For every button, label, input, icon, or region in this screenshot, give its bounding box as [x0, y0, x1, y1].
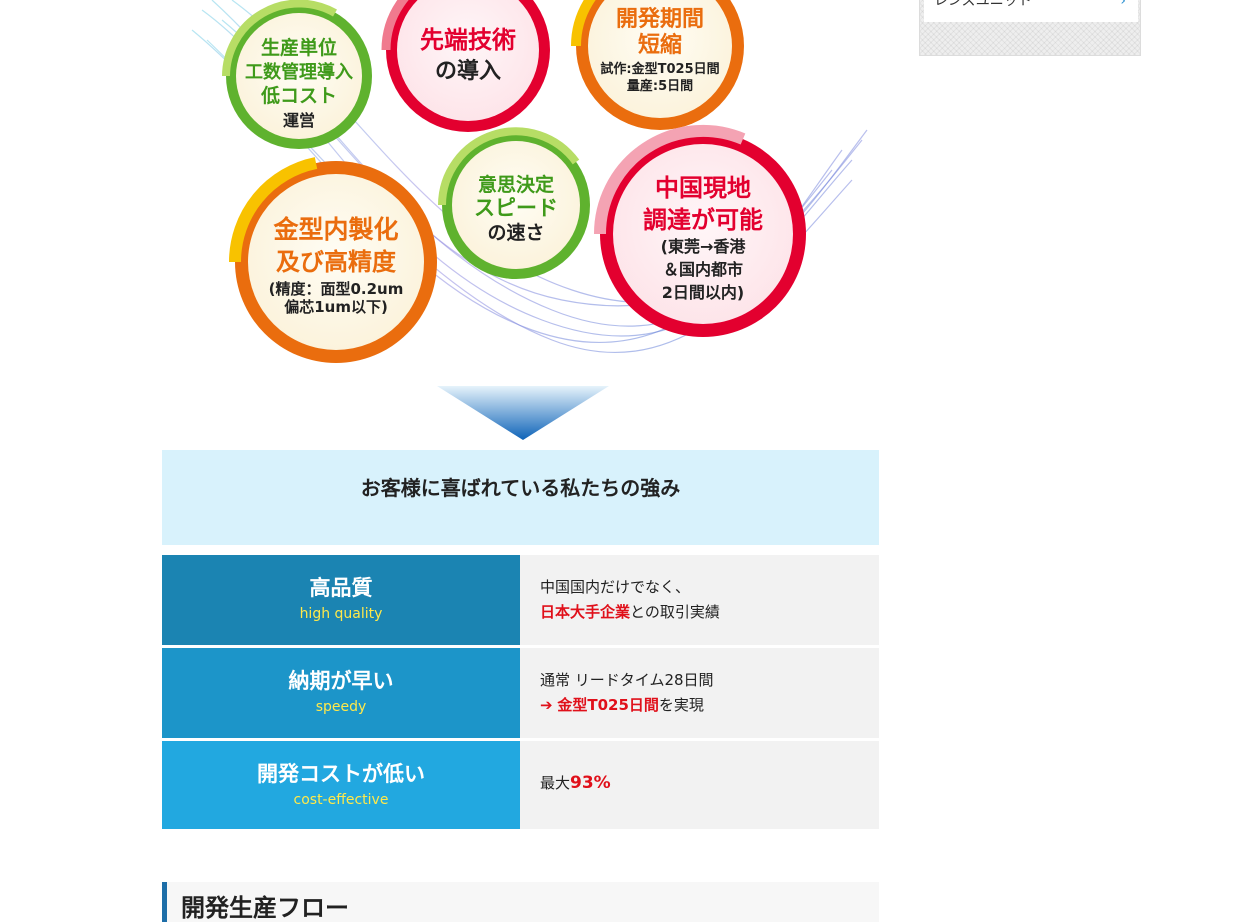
bubble-decision-speed: 意思決定 スピード の速さ — [438, 127, 590, 279]
svg-text:＆国内都市: ＆国内都市 — [663, 260, 743, 279]
feature-desc-line: 中国国内だけでなく、 — [540, 578, 691, 596]
bubble-short-development: 開発期間 短縮 試作:金型T025日間 量産:5日間 — [570, 0, 744, 130]
feature-subtitle: speedy — [315, 699, 367, 715]
sidebar-link-lens-unit[interactable]: レンズユニット › — [924, 0, 1138, 22]
feature-row-cost: 開発コストが低い cost-effective 最大93% — [162, 741, 879, 829]
feature-row-quality: 高品質 high quality 中国国内だけでなく、 日本大手企業との取引実績 — [162, 555, 879, 645]
feature-title: 納期が早い — [288, 669, 394, 693]
highlight-text: 日本大手企業 — [540, 603, 631, 621]
svg-text:の速さ: の速さ — [487, 221, 544, 244]
svg-text:意思決定: 意思決定 — [478, 173, 554, 196]
feature-description: 通常 リードタイム28日間 ➔ 金型T025日間を実現 — [520, 648, 879, 738]
svg-text:2日間以内): 2日間以内) — [662, 283, 744, 302]
sidebar-widget: レンズユニット › — [919, 0, 1141, 56]
section-heading-development-flow: 開発生産フロー — [162, 882, 879, 922]
feature-subtitle: cost-effective — [293, 792, 389, 808]
strength-title: お客様に喜ばれている私たちの強み — [360, 476, 681, 500]
svg-text:の導入: の導入 — [435, 58, 501, 84]
feature-label-speed: 納期が早い speedy — [162, 648, 520, 738]
strengths-hero-graphic: 生産単位 工数管理導入 低コスト 運営 先端技術 の導入 開発期間 短縮 試作:… — [162, 0, 879, 380]
svg-text:中国現地: 中国現地 — [655, 174, 751, 202]
svg-text:運営: 運営 — [283, 111, 315, 130]
chevron-down-arrow-icon — [437, 386, 609, 440]
arrow-right-icon: ➔ — [540, 696, 553, 714]
svg-text:金型内製化: 金型内製化 — [272, 215, 398, 244]
bubble-low-cost: 生産単位 工数管理導入 低コスト 運営 — [222, 0, 372, 149]
feature-subtitle: high quality — [299, 606, 383, 622]
feature-desc-line: 日本大手企業との取引実績 — [540, 600, 879, 625]
svg-text:スピード: スピード — [474, 196, 558, 220]
svg-text:及び高精度: 及び高精度 — [276, 248, 397, 276]
feature-title: 開発コストが低い — [257, 762, 425, 786]
feature-label-quality: 高品質 high quality — [162, 555, 520, 645]
desc-text: を実現 — [658, 696, 704, 714]
svg-text:試作:金型T025日間: 試作:金型T025日間 — [600, 61, 719, 77]
svg-text:短縮: 短縮 — [638, 32, 682, 58]
svg-text:調達が可能: 調達が可能 — [643, 206, 763, 234]
svg-text:低コスト: 低コスト — [260, 84, 337, 107]
sidebar-link-label: レンズユニット — [934, 0, 1032, 9]
feature-title: 高品質 — [309, 576, 373, 600]
desc-text: との取引実績 — [630, 603, 720, 621]
section-heading-text: 開発生産フロー — [181, 894, 349, 922]
bubble-advanced-technology: 先端技術 の導入 — [381, 0, 550, 132]
svg-text:先端技術: 先端技術 — [420, 26, 516, 54]
svg-text:(東莞→香港: (東莞→香港 — [661, 237, 747, 256]
svg-text:工数管理導入: 工数管理導入 — [245, 61, 353, 83]
feature-row-speed: 納期が早い speedy 通常 リードタイム28日間 ➔ 金型T025日間を実現 — [162, 648, 879, 738]
svg-text:量産:5日間: 量産:5日間 — [627, 78, 693, 94]
svg-text:偏芯1um以下): 偏芯1um以下) — [284, 298, 388, 316]
desc-text: 最大 — [540, 774, 571, 792]
feature-description: 最大93% — [520, 741, 879, 829]
chevron-right-icon: › — [1120, 0, 1126, 9]
bubble-local-procurement: 中国現地 調達が可能 (東莞→香港 ＆国内都市 2日間以内) — [594, 124, 806, 337]
svg-text:生産単位: 生産単位 — [261, 36, 337, 59]
feature-desc-line: ➔ 金型T025日間を実現 — [540, 693, 879, 718]
bubble-in-house-molds: 金型内製化 及び高精度 (精度：面型0.2um 偏芯1um以下) — [229, 157, 437, 363]
strength-banner: お客様に喜ばれている私たちの強み — [162, 450, 879, 545]
feature-description: 中国国内だけでなく、 日本大手企業との取引実績 — [520, 555, 879, 645]
feature-desc-line: 通常 リードタイム28日間 — [540, 671, 714, 689]
highlight-text: 金型T025日間 — [557, 696, 659, 714]
svg-text:(精度：面型0.2um: (精度：面型0.2um — [269, 280, 404, 298]
highlight-text: 93% — [570, 773, 611, 793]
svg-text:開発期間: 開発期間 — [616, 7, 704, 32]
feature-label-cost: 開発コストが低い cost-effective — [162, 741, 520, 829]
